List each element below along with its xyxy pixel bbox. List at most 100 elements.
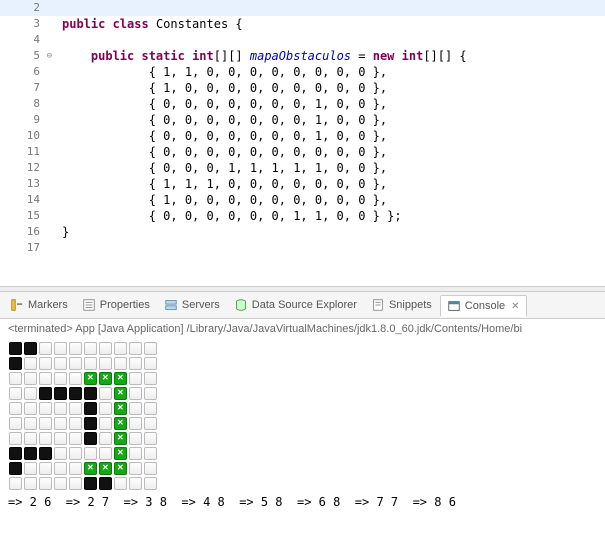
cell-empty	[23, 401, 38, 416]
tab-servers[interactable]: Servers	[158, 295, 226, 315]
tab-label: Console	[465, 300, 505, 312]
code-content[interactable]: { 0, 0, 0, 0, 0, 0, 0, 1, 0, 0 },	[48, 112, 605, 128]
cell-empty	[143, 446, 158, 461]
console-run-header: <terminated> App [Java Application] /Lib…	[8, 323, 597, 335]
line-number: 2	[0, 0, 48, 16]
line-number: 14	[0, 192, 48, 208]
code-content[interactable]: { 1, 0, 0, 0, 0, 0, 0, 0, 0, 0 },	[48, 80, 605, 96]
tab-label: Servers	[182, 299, 220, 311]
cell-path	[113, 386, 128, 401]
cell-path	[113, 431, 128, 446]
line-number: 10	[0, 128, 48, 144]
cell-empty	[143, 386, 158, 401]
cell-empty	[143, 431, 158, 446]
cell-empty	[23, 431, 38, 446]
grid-row	[8, 446, 597, 461]
console-icon	[447, 299, 461, 313]
cell-empty	[98, 386, 113, 401]
code-content[interactable]: { 0, 0, 0, 0, 0, 0, 0, 1, 0, 0 },	[48, 128, 605, 144]
cell-empty	[8, 431, 23, 446]
cell-empty	[113, 476, 128, 491]
grid-row	[8, 341, 597, 356]
cell-empty	[53, 371, 68, 386]
editor-line[interactable]: 11 { 0, 0, 0, 0, 0, 0, 0, 0, 0, 0 },	[0, 144, 605, 160]
cell-empty	[83, 446, 98, 461]
editor-line[interactable]: 5 public static int[][] mapaObstaculos =…	[0, 48, 605, 64]
editor-line[interactable]: 10 { 0, 0, 0, 0, 0, 0, 0, 1, 0, 0 },	[0, 128, 605, 144]
editor-line[interactable]: 3public class Constantes {	[0, 16, 605, 32]
editor-line[interactable]: 4	[0, 32, 605, 48]
code-content[interactable]: { 1, 1, 0, 0, 0, 0, 0, 0, 0, 0 },	[48, 64, 605, 80]
bottom-tabs: Markers Properties Servers Data Source Expl…	[0, 292, 605, 319]
properties-icon	[82, 298, 96, 312]
grid-row	[8, 461, 597, 476]
editor-line[interactable]: 12 { 0, 0, 0, 1, 1, 1, 1, 1, 0, 0 },	[0, 160, 605, 176]
cell-empty	[23, 461, 38, 476]
cell-empty	[53, 416, 68, 431]
code-content[interactable]: { 0, 0, 0, 1, 1, 1, 1, 1, 0, 0 },	[48, 160, 605, 176]
tab-console[interactable]: Console ✕	[440, 295, 527, 317]
cell-obstacle	[83, 416, 98, 431]
tab-label: Snippets	[389, 299, 432, 311]
line-number: 11	[0, 144, 48, 160]
code-content[interactable]: public class Constantes {	[48, 16, 605, 32]
line-number: 3	[0, 16, 48, 32]
cell-empty	[23, 356, 38, 371]
cell-obstacle	[68, 386, 83, 401]
tab-data-source-explorer[interactable]: Data Source Explorer	[228, 295, 363, 315]
cell-empty	[38, 341, 53, 356]
editor-line[interactable]: 16}	[0, 224, 605, 240]
cell-obstacle	[83, 431, 98, 446]
editor-line[interactable]: 13 { 1, 1, 1, 0, 0, 0, 0, 0, 0, 0 },	[0, 176, 605, 192]
cell-empty	[143, 371, 158, 386]
editor-line[interactable]: 7 { 1, 0, 0, 0, 0, 0, 0, 0, 0, 0 },	[0, 80, 605, 96]
editor-line[interactable]: 2	[0, 0, 605, 16]
cell-obstacle	[8, 341, 23, 356]
line-number: 16	[0, 224, 48, 240]
cell-empty	[143, 401, 158, 416]
cell-empty	[128, 356, 143, 371]
cell-path	[113, 461, 128, 476]
close-icon[interactable]: ✕	[511, 301, 519, 312]
cell-empty	[128, 431, 143, 446]
line-number: 5	[0, 48, 48, 64]
cell-empty	[53, 431, 68, 446]
tab-label: Properties	[100, 299, 150, 311]
code-editor[interactable]: 23public class Constantes {45 public sta…	[0, 0, 605, 256]
editor-line[interactable]: 14 { 1, 0, 0, 0, 0, 0, 0, 0, 0, 0 },	[0, 192, 605, 208]
code-content[interactable]: { 0, 0, 0, 0, 0, 0, 0, 0, 0, 0 },	[48, 144, 605, 160]
tab-markers[interactable]: Markers	[4, 295, 74, 315]
line-number: 4	[0, 32, 48, 48]
cell-empty	[23, 386, 38, 401]
code-content[interactable]: public static int[][] mapaObstaculos = n…	[48, 48, 605, 64]
cell-obstacle	[83, 476, 98, 491]
editor-line[interactable]: 9 { 0, 0, 0, 0, 0, 0, 0, 1, 0, 0 },	[0, 112, 605, 128]
cell-empty	[38, 401, 53, 416]
cell-empty	[128, 461, 143, 476]
editor-line[interactable]: 17	[0, 240, 605, 256]
editor-line[interactable]: 8 { 0, 0, 0, 0, 0, 0, 0, 1, 0, 0 },	[0, 96, 605, 112]
console-panel: <terminated> App [Java Application] /Lib…	[0, 319, 605, 513]
cell-obstacle	[23, 446, 38, 461]
tab-label: Markers	[28, 299, 68, 311]
editor-line[interactable]: 6 { 1, 1, 0, 0, 0, 0, 0, 0, 0, 0 },	[0, 64, 605, 80]
cell-path	[83, 461, 98, 476]
tab-label: Data Source Explorer	[252, 299, 357, 311]
line-number: 9	[0, 112, 48, 128]
tab-properties[interactable]: Properties	[76, 295, 156, 315]
cell-empty	[68, 356, 83, 371]
cell-empty	[23, 416, 38, 431]
editor-line[interactable]: 15 { 0, 0, 0, 0, 0, 0, 1, 1, 0, 0 } };	[0, 208, 605, 224]
cell-obstacle	[53, 386, 68, 401]
grid-row	[8, 416, 597, 431]
cell-empty	[143, 341, 158, 356]
code-content[interactable]: { 1, 0, 0, 0, 0, 0, 0, 0, 0, 0 },	[48, 192, 605, 208]
cell-obstacle	[23, 341, 38, 356]
code-content[interactable]: { 0, 0, 0, 0, 0, 0, 0, 1, 0, 0 },	[48, 96, 605, 112]
code-content[interactable]: }	[48, 224, 605, 240]
tab-snippets[interactable]: Snippets	[365, 295, 438, 315]
code-content[interactable]: { 1, 1, 1, 0, 0, 0, 0, 0, 0, 0 },	[48, 176, 605, 192]
cell-obstacle	[8, 356, 23, 371]
code-content[interactable]: { 0, 0, 0, 0, 0, 0, 1, 1, 0, 0 } };	[48, 208, 605, 224]
cell-empty	[98, 431, 113, 446]
